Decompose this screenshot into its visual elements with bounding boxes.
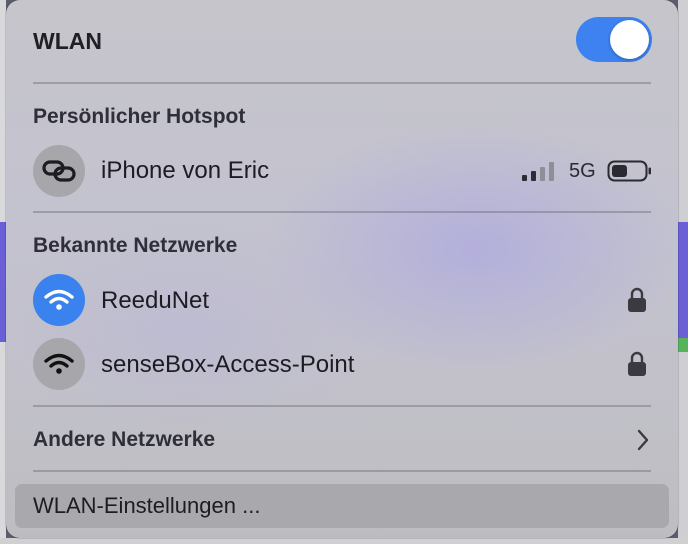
lock-icon (628, 287, 646, 312)
network-type-label: 5G (569, 160, 596, 182)
lock-icon (628, 351, 646, 376)
network-name: senseBox-Access-Point (101, 351, 355, 378)
hotspot-device-name: iPhone von Eric (101, 157, 270, 184)
background-window-right-purple (678, 222, 688, 342)
separator (33, 470, 651, 472)
wlan-toggle[interactable] (576, 17, 652, 62)
known-networks-header: Bekannte Netzwerke (33, 234, 238, 257)
network-item[interactable]: senseBox-Access-Point (6, 334, 678, 396)
background-window-right-green (678, 338, 688, 352)
separator (33, 82, 651, 84)
separator (33, 405, 651, 407)
network-name: ReeduNet (101, 287, 210, 314)
other-networks-label: Andere Netzwerke (33, 428, 216, 451)
wifi-icon (33, 338, 85, 390)
cellular-signal-icon (522, 162, 554, 181)
wlan-settings-label: WLAN-Einstellungen ... (33, 493, 261, 518)
wlan-settings-button[interactable]: WLAN-Einstellungen ... (15, 484, 669, 528)
network-item[interactable]: ReeduNet (6, 270, 678, 332)
wifi-icon (33, 274, 85, 326)
link-icon (33, 145, 85, 197)
battery-icon (607, 160, 651, 182)
other-networks-row[interactable]: Andere Netzwerke (6, 414, 678, 466)
chevron-right-icon (637, 429, 649, 451)
separator (33, 211, 651, 213)
toggle-knob (610, 20, 649, 59)
hotspot-header: Persönlicher Hotspot (33, 105, 246, 128)
wlan-menu: WLAN Persönlicher Hotspot iPhone von Eri… (6, 0, 678, 538)
hotspot-item[interactable]: iPhone von Eric 5G (6, 140, 678, 202)
background-window-bottom (0, 538, 688, 544)
